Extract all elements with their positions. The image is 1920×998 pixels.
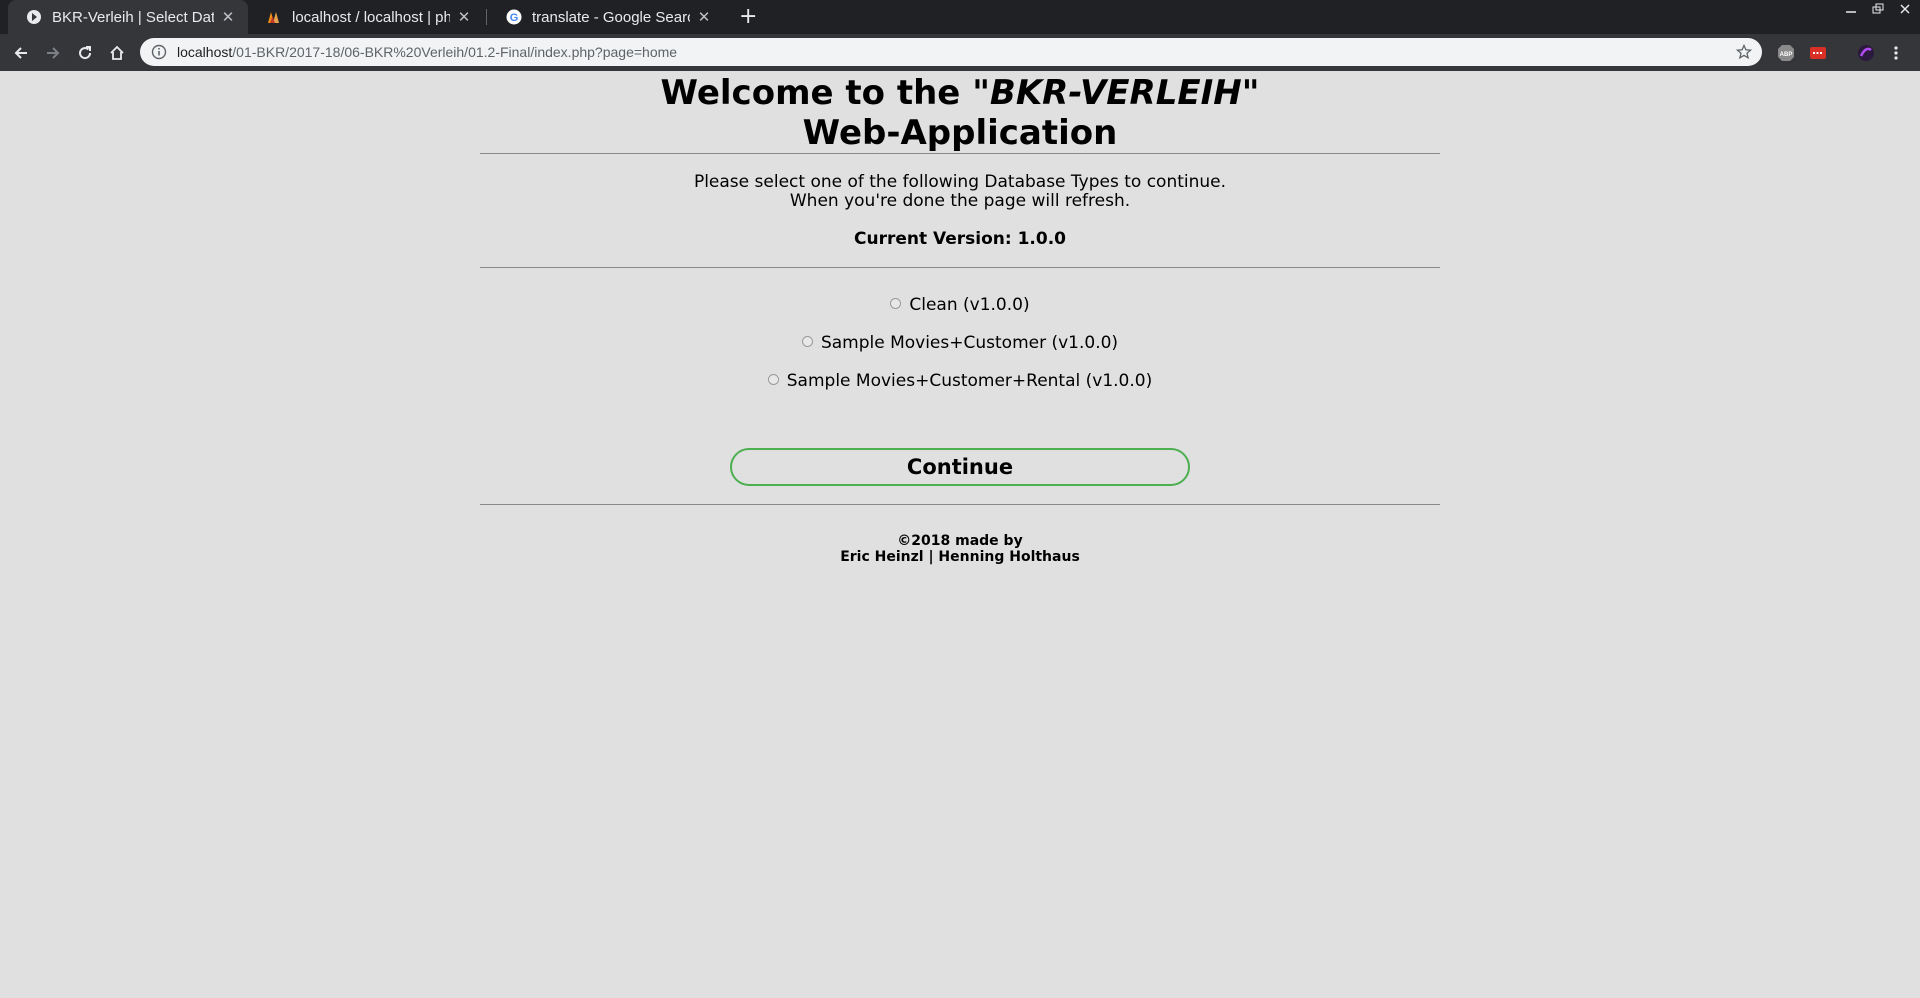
option-label: Sample Movies+Customer+Rental (v1.0.0): [786, 371, 1153, 391]
page-title: Welcome to the "BKR-VERLEIH" Web-Applica…: [480, 71, 1440, 153]
title-prefix: Welcome to the: [660, 73, 973, 113]
svg-text:ABP: ABP: [1780, 52, 1793, 58]
option-label: Clean (v1.0.0): [909, 295, 1030, 315]
option-sample-movies-customer[interactable]: Sample Movies+Customer (v1.0.0): [480, 324, 1440, 362]
title-suffix: Web-Application: [802, 113, 1118, 153]
extension-purple-icon[interactable]: [1857, 44, 1875, 62]
minimize-icon[interactable]: [1842, 3, 1860, 17]
tab-phpmyadmin[interactable]: localhost / localhost | php ✕: [248, 0, 484, 34]
divider: [480, 153, 1440, 154]
reload-icon[interactable]: [74, 42, 96, 64]
close-window-icon[interactable]: [1896, 3, 1914, 17]
google-favicon-icon: G: [506, 9, 522, 25]
home-icon[interactable]: [106, 42, 128, 64]
tab-title: localhost / localhost | php: [292, 8, 450, 26]
current-version: Current Version: 1.0.0: [853, 229, 1066, 249]
new-tab-button[interactable]: +: [739, 0, 757, 34]
instructions: Please select one of the following Datab…: [480, 173, 1440, 211]
footer-authors: Eric Heinzl | Henning Holthaus: [840, 549, 1080, 565]
title-brand: "BKR-VERLEIH": [972, 73, 1260, 113]
footer: ©2018 made by Eric Heinzl | Henning Holt…: [480, 533, 1440, 565]
option-label: Sample Movies+Customer (v1.0.0): [820, 333, 1119, 353]
info-icon[interactable]: [151, 44, 167, 60]
page-viewport: Welcome to the "BKR-VERLEIH" Web-Applica…: [0, 71, 1920, 998]
tab-title: translate - Google Search: [532, 8, 690, 26]
tab-bkr-verleih[interactable]: BKR-Verleih | Select Datab ✕: [8, 0, 248, 34]
database-type-options: Clean (v1.0.0) Sample Movies+Customer (v…: [480, 286, 1440, 400]
instruction-line: When you're done the page will refresh.: [789, 191, 1131, 211]
bookmark-star-icon[interactable]: [1735, 43, 1753, 63]
forward-arrow-icon[interactable]: [42, 42, 64, 64]
menu-kebab-icon[interactable]: [1890, 44, 1902, 62]
option-clean[interactable]: Clean (v1.0.0): [480, 286, 1440, 324]
divider: [480, 504, 1440, 505]
close-icon[interactable]: ✕: [220, 8, 236, 26]
tab-title: BKR-Verleih | Select Datab: [52, 8, 214, 26]
browser-toolbar: localhost/01-BKR/2017-18/06-BKR%20Verlei…: [0, 34, 1920, 71]
back-arrow-icon[interactable]: [10, 42, 32, 64]
tab-separator: [486, 9, 487, 25]
restore-icon[interactable]: [1869, 3, 1887, 17]
close-icon[interactable]: ✕: [696, 8, 712, 26]
url-path: /01-BKR/2017-18/06-BKR%20Verleih/01.2-Fi…: [232, 44, 678, 60]
option-sample-movies-customer-rental[interactable]: Sample Movies+Customer+Rental (v1.0.0): [480, 362, 1440, 400]
divider: [480, 267, 1440, 268]
address-bar[interactable]: localhost/01-BKR/2017-18/06-BKR%20Verlei…: [140, 38, 1762, 66]
instruction-line: Please select one of the following Datab…: [693, 172, 1227, 192]
radio-button[interactable]: [801, 336, 813, 347]
footer-copyright: ©2018 made by: [897, 533, 1023, 549]
extension-red-icon[interactable]: [1809, 44, 1827, 62]
radio-button[interactable]: [767, 374, 779, 385]
svg-text:G: G: [510, 12, 519, 24]
abp-icon[interactable]: ABP: [1777, 44, 1795, 62]
main-content: Welcome to the "BKR-VERLEIH" Web-Applica…: [480, 71, 1440, 565]
continue-button[interactable]: Continue: [730, 448, 1190, 486]
browser-tab-strip: BKR-Verleih | Select Datab ✕ localhost /…: [0, 0, 1920, 34]
site-favicon-icon: [26, 9, 42, 25]
phpmyadmin-favicon-icon: [266, 9, 282, 25]
radio-button[interactable]: [890, 298, 902, 309]
close-icon[interactable]: ✕: [456, 8, 472, 26]
tab-google-search[interactable]: G translate - Google Search ✕: [488, 0, 724, 34]
url-host: localhost: [177, 44, 233, 60]
